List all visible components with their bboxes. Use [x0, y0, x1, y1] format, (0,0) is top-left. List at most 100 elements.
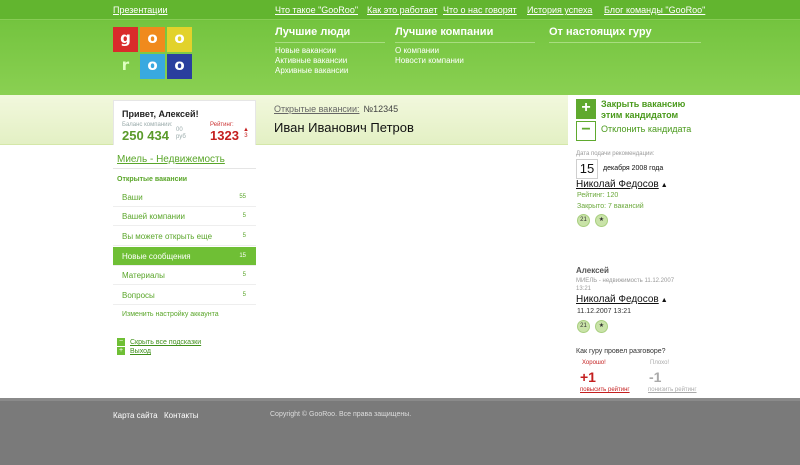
- exit-link[interactable]: + Выход: [117, 347, 151, 355]
- hide-hints-link[interactable]: − Скрыть все подсказки: [117, 338, 201, 346]
- open-vacancies-link[interactable]: Открытые вакансии:: [274, 104, 359, 114]
- site-footer: [0, 398, 800, 465]
- sidebar-item-yours[interactable]: Ваши 55: [113, 188, 256, 207]
- message-org-time: 13:21: [576, 286, 592, 292]
- top-link-how-it-works[interactable]: Как это работает: [367, 5, 437, 15]
- sidebar-item-count: 5: [242, 272, 246, 278]
- star-icon[interactable]: ★: [595, 320, 608, 333]
- top-link-presentations[interactable]: Презентации: [113, 5, 168, 15]
- rating-delta-value: 3: [244, 133, 248, 139]
- candidate-closed: Закрыто: 7 вакансий: [577, 203, 644, 210]
- reject-candidate-button[interactable]: Отклонить кандидата: [601, 124, 691, 135]
- hide-hints-label: Скрыть все подсказки: [130, 338, 202, 346]
- contacts-link[interactable]: Контакты: [164, 411, 199, 420]
- sidebar-item-label: Ваши: [122, 193, 143, 202]
- sidebar-item-new-messages[interactable]: Новые сообщения 15: [113, 247, 256, 266]
- nav-companies: Лучшие компании О компании Новости компа…: [395, 26, 535, 66]
- sidebar-item-count: 5: [242, 213, 246, 219]
- close-vacancy-line1: Закрыть вакансию: [601, 99, 686, 109]
- minus-icon[interactable]: −: [576, 121, 596, 141]
- message-candidate-name: Николай Федосов: [576, 294, 659, 305]
- nav-new-vacancies[interactable]: Новые вакансии: [275, 46, 350, 56]
- star-icon[interactable]: ★: [595, 214, 608, 227]
- sidebar-item-label: Вы можете открыть еще: [122, 232, 213, 241]
- message-candidate-link[interactable]: Николай Федосов ▲: [576, 294, 668, 305]
- account-settings-link[interactable]: Изменить настройку аккаунта: [122, 311, 219, 318]
- sidebar-item-questions[interactable]: Вопросы 5: [113, 286, 256, 305]
- person-icon: ▲: [660, 297, 668, 304]
- message-datetime: 11.12.2007 13:21: [577, 308, 631, 315]
- nav-divider: [549, 42, 701, 43]
- badge-count-circle[interactable]: 21: [577, 320, 590, 333]
- vacancy-breadcrumb: Открытые вакансии: №12345: [274, 104, 398, 114]
- sitemap-link[interactable]: Карта сайта: [113, 411, 158, 420]
- minus-square-icon: −: [117, 338, 125, 346]
- sidebar-item-label: Вопросы: [122, 291, 155, 300]
- balance-value: 250 434: [122, 128, 169, 143]
- sidebar-item-company[interactable]: Вашей компании 5: [113, 207, 256, 226]
- nav-companies-title[interactable]: Лучшие компании: [395, 26, 493, 38]
- top-link-success[interactable]: История успеха: [527, 5, 592, 15]
- sidebar-section-title: Открытые вакансии: [117, 176, 188, 183]
- candidate-name: Николай Федосов: [576, 179, 659, 190]
- logo-tile-o3: o: [140, 54, 165, 79]
- feedback-bad-label: Плохо!: [650, 360, 670, 366]
- feedback-minus-one[interactable]: -1: [649, 369, 661, 385]
- balance-kopecks: 00: [176, 127, 183, 133]
- message-org: МИЕЛЬ - недвижимость 11.12.2007: [576, 278, 675, 284]
- nav-divider: [275, 42, 385, 43]
- logo-tile-o2: o: [167, 27, 192, 52]
- nav-archived-vacancies[interactable]: Архивные вакансии: [275, 66, 350, 76]
- greeting-text: Привет, Алексей!: [122, 109, 199, 119]
- sidebar-item-label: Новые сообщения: [122, 252, 191, 261]
- nav-company-news[interactable]: Новости компании: [395, 56, 493, 66]
- company-link[interactable]: Миель - Недвижемость: [117, 154, 225, 165]
- person-icon: ▲: [660, 182, 668, 189]
- candidate-rating: Рейтинг: 120: [577, 192, 619, 199]
- badge-count-circle[interactable]: 21: [577, 214, 590, 227]
- sidebar-item-materials[interactable]: Материалы 5: [113, 266, 256, 285]
- lower-rating-link[interactable]: понизить рейтинг: [648, 387, 697, 393]
- feedback-plus-one[interactable]: +1: [580, 369, 596, 385]
- feedback-good-label: Хорошо!: [582, 360, 606, 366]
- sidebar-item-count: 5: [242, 292, 246, 298]
- top-link-blog[interactable]: Блог команды "GooRoo": [604, 5, 705, 15]
- sidebar-item-count: 55: [239, 194, 246, 200]
- rating-value: 1323: [210, 128, 239, 143]
- top-link-reviews[interactable]: Что о нас говорят: [443, 5, 517, 15]
- message-author: Алексей: [576, 266, 609, 275]
- raise-rating-link[interactable]: повысить рейтинг: [580, 387, 630, 393]
- greeting-panel: Привет, Алексей! Баланс компании: 250 43…: [113, 100, 256, 145]
- plus-icon[interactable]: +: [576, 99, 596, 119]
- nav-active-vacancies[interactable]: Активные вакансии: [275, 56, 350, 66]
- recommendation-date-label: Дата подачи рекомендации:: [576, 151, 655, 157]
- sidebar-item-can-open[interactable]: Вы можете открыть еще 5: [113, 227, 256, 246]
- recommendation-month-year: декабря 2008 года: [603, 165, 664, 172]
- logo-tile-r: r: [121, 56, 130, 74]
- recommendation-day: 15: [576, 159, 598, 179]
- nav-gurus-title[interactable]: От настоящих гуру: [549, 26, 652, 38]
- close-vacancy-line2: этим кандидатом: [601, 110, 679, 120]
- sidebar-item-count: 15: [239, 253, 246, 259]
- close-vacancy-button[interactable]: Закрыть вакансию этим кандидатом: [601, 99, 685, 121]
- nav-people: Лучшие люди Новые вакансии Активные вака…: [275, 26, 385, 76]
- nav-about-company[interactable]: О компании: [395, 46, 493, 56]
- candidate-full-name: Иван Иванович Петров: [274, 120, 414, 135]
- sidebar-divider: [113, 168, 256, 169]
- nav-gurus: От настоящих гуру: [549, 26, 701, 43]
- nav-people-title[interactable]: Лучшие люди: [275, 26, 350, 38]
- sidebar-item-label: Вашей компании: [122, 212, 186, 221]
- nav-divider: [395, 42, 535, 43]
- exit-label: Выход: [130, 347, 151, 355]
- balance-currency: 00 руб: [176, 127, 186, 141]
- logo-tile-o4: o: [167, 54, 192, 79]
- copyright-text: Copyright © GooRoo. Все права защищены.: [270, 411, 412, 418]
- logo-tile-o1: o: [140, 27, 165, 52]
- plus-square-icon: +: [117, 347, 125, 355]
- top-link-what-is[interactable]: Что такое "GooRoo": [275, 5, 358, 15]
- candidate-link[interactable]: Николай Федосов ▲: [576, 179, 668, 190]
- feedback-question: Как гуру провел разговоре?: [576, 348, 666, 355]
- gooroo-logo[interactable]: g o o r o o: [113, 27, 193, 79]
- vacancy-number: №12345: [363, 104, 399, 114]
- logo-tile-g: g: [113, 27, 138, 52]
